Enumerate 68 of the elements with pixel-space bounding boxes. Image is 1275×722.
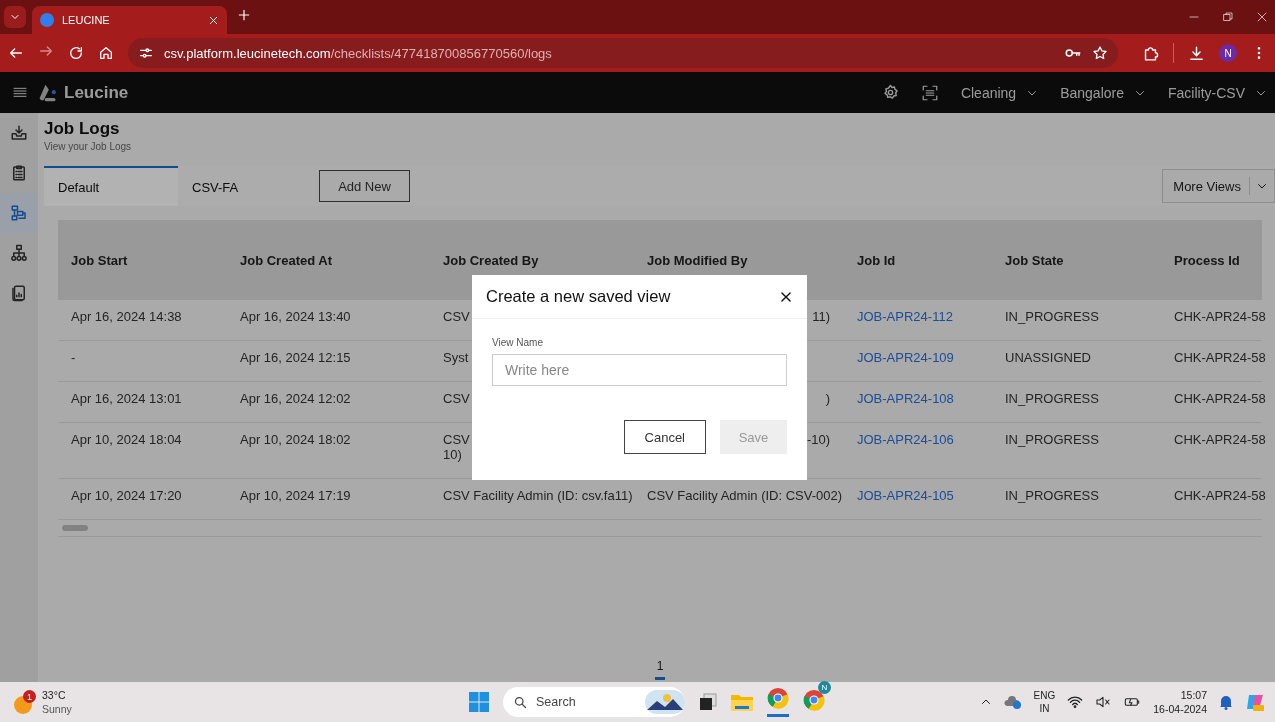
job-id-link[interactable]: JOB-APR24-112 [857,309,953,324]
column-header: Process Id [1161,220,1262,300]
report-icon[interactable] [10,284,28,302]
tab-search-button[interactable] [4,6,26,28]
dialog-button[interactable]: Cancel [623,420,706,454]
more-views-button[interactable]: More Views [1162,169,1275,203]
speaker-muted-icon[interactable] [1095,694,1112,710]
facility-selector[interactable]: Facility-CSV [1168,84,1267,101]
page-subtitle: View your Job Logs [44,141,133,152]
column-header: Job State [992,220,1161,300]
cloud-icon[interactable] [1003,694,1022,710]
page-title: Job Logs [44,119,121,139]
task-view-icon[interactable] [699,693,717,711]
back-icon[interactable] [8,45,24,61]
search-icon [513,694,528,710]
search-highlight-icon [645,690,685,714]
view-tab[interactable]: Default [44,166,178,206]
close-icon[interactable] [779,289,793,304]
url-text: csv.platform.leucinetech.com/checklists/477418700856770560/logs [164,45,552,61]
job-id-link[interactable]: JOB-APR24-106 [857,432,954,447]
folder-icon[interactable] [731,693,753,711]
column-header: Job Id [844,220,992,300]
favicon-icon [40,13,54,27]
star-icon[interactable] [1092,45,1108,61]
browser-tab[interactable]: LEUCINE [32,6,227,34]
plus-icon[interactable] [237,8,251,22]
scrollbar-thumb[interactable] [62,525,88,531]
address-bar[interactable]: csv.platform.leucinetech.com/checklists/477418700856770560/logs [128,38,1118,68]
settings-icon[interactable] [881,84,899,101]
flow-icon[interactable] [10,204,28,222]
forward-icon[interactable] [38,43,54,59]
restore-icon[interactable] [1222,11,1234,23]
clock[interactable]: 15:07 16-04-2024 [1153,688,1207,716]
site-settings-icon[interactable] [138,45,154,61]
view-name-field[interactable]: Write here [492,354,787,386]
job-id-link[interactable]: JOB-APR24-105 [857,488,954,503]
download-icon[interactable] [1188,44,1205,62]
chrome-icon[interactable] [767,687,789,709]
reload-icon[interactable] [68,45,84,61]
wifi-icon[interactable] [1067,694,1084,710]
extensions-icon[interactable] [1142,44,1159,62]
weather-condition: Sunny [42,702,72,716]
close-icon[interactable] [208,14,219,26]
job-id-link[interactable]: JOB-APR24-108 [857,391,954,406]
notification-bell-icon[interactable] [1219,694,1233,710]
taskbar-search[interactable]: Search [503,687,685,717]
temperature: 33°C [42,688,67,702]
job-id-link[interactable]: JOB-APR24-109 [857,350,954,365]
copilot-icon[interactable] [1245,692,1265,712]
profile-avatar[interactable]: N [1219,44,1237,62]
facility-selector[interactable]: Bangalore [1060,84,1146,101]
column-header: Job Start [58,220,227,300]
chrome-icon[interactable] [803,689,825,711]
app-name: Leucine [64,82,129,103]
home-icon[interactable] [98,45,114,61]
inbox-icon[interactable] [10,124,28,142]
view-tab[interactable]: CSV-FA [178,166,312,206]
hierarchy-icon[interactable] [10,244,28,262]
facility-selector[interactable]: Cleaning [960,84,1039,101]
scan-icon[interactable] [920,83,939,102]
windows-start-icon[interactable] [469,692,489,712]
sidebar-item[interactable] [0,193,38,233]
language-indicator[interactable]: ENG IN [1033,689,1056,715]
logo-icon [38,82,58,103]
add-new-button[interactable]: Add New [319,170,410,202]
clipboard-icon[interactable] [10,164,28,182]
column-header: Job Created At [227,220,430,300]
close-icon[interactable] [1256,11,1268,23]
